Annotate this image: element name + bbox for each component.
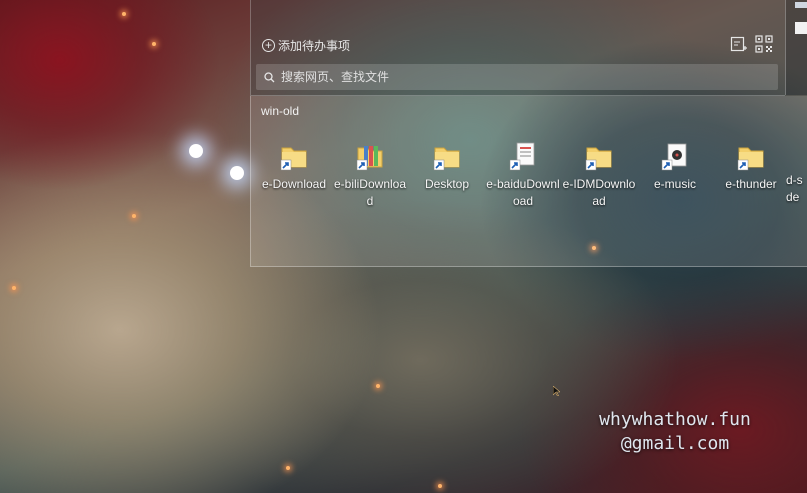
- folder-item-e-bilidownload[interactable]: e-biliDownload: [333, 140, 407, 210]
- watermark-line2: @gmail.com: [620, 433, 730, 454]
- watermark: whywhathow.fun @gmail.com: [585, 408, 765, 456]
- folder-shortcut-icon: [278, 140, 310, 172]
- folder-item-label: e-baiduDownload: [486, 177, 560, 208]
- folder-shortcut-icon: [735, 140, 767, 172]
- search-icon: [264, 71, 275, 82]
- folder-item-label: e-thunder: [725, 177, 777, 191]
- watermark-line1: whywhathow.fun: [599, 409, 751, 430]
- folder-item-label: e-Download: [261, 177, 327, 191]
- folder-item-e-music[interactable]: e-music: [638, 140, 712, 193]
- star: [438, 484, 442, 488]
- bright-star: [189, 144, 203, 158]
- folder-item-label: e-music: [653, 177, 696, 191]
- add-todo-button[interactable]: + 添加待办事项: [262, 36, 350, 54]
- thumbnail-icon: [795, 22, 807, 34]
- bright-star: [230, 166, 244, 180]
- note-add-icon[interactable]: [730, 35, 748, 53]
- folder-item-label: e-biliDownload: [333, 177, 407, 208]
- folder-shortcut-icon: [431, 140, 463, 172]
- star: [286, 466, 290, 470]
- folder-item-e-download[interactable]: e-Download: [257, 140, 331, 193]
- add-todo-label: 添加待办事项: [278, 38, 351, 53]
- search-input[interactable]: [279, 69, 763, 85]
- archive-folder-shortcut-icon: [354, 140, 386, 172]
- search-bar[interactable]: [256, 64, 778, 90]
- star: [152, 42, 156, 46]
- qr-code-icon[interactable]: [755, 35, 773, 53]
- folder-item-desktop[interactable]: Desktop: [410, 140, 484, 193]
- star: [12, 286, 16, 290]
- mouse-cursor-icon: [553, 386, 560, 396]
- folder-item-e-baidudownload[interactable]: e-baiduDownload: [486, 140, 560, 210]
- folder-item-e-idmdownload[interactable]: e-IDMDownload: [562, 140, 636, 210]
- folder-item-label: d-s de: [786, 173, 803, 204]
- star: [122, 12, 126, 16]
- side-widget: [785, 0, 807, 95]
- folder-item-label: Desktop: [424, 177, 470, 191]
- folder-shortcut-icon: [583, 140, 615, 172]
- document-folder-shortcut-icon: [507, 140, 539, 172]
- music-folder-shortcut-icon: [659, 140, 691, 172]
- thumbnail-icon: [795, 2, 807, 8]
- plus-circle-icon: +: [262, 38, 275, 52]
- folder-item-label: e-IDMDownload: [562, 177, 636, 208]
- star: [376, 384, 380, 388]
- star: [132, 214, 136, 218]
- folder-item-d-s[interactable]: d-s de: [786, 140, 807, 206]
- folder-shortcut-icon: [786, 140, 807, 172]
- panel-title: win-old: [261, 104, 300, 118]
- folder-item-e-thunder[interactable]: e-thunder: [714, 140, 788, 193]
